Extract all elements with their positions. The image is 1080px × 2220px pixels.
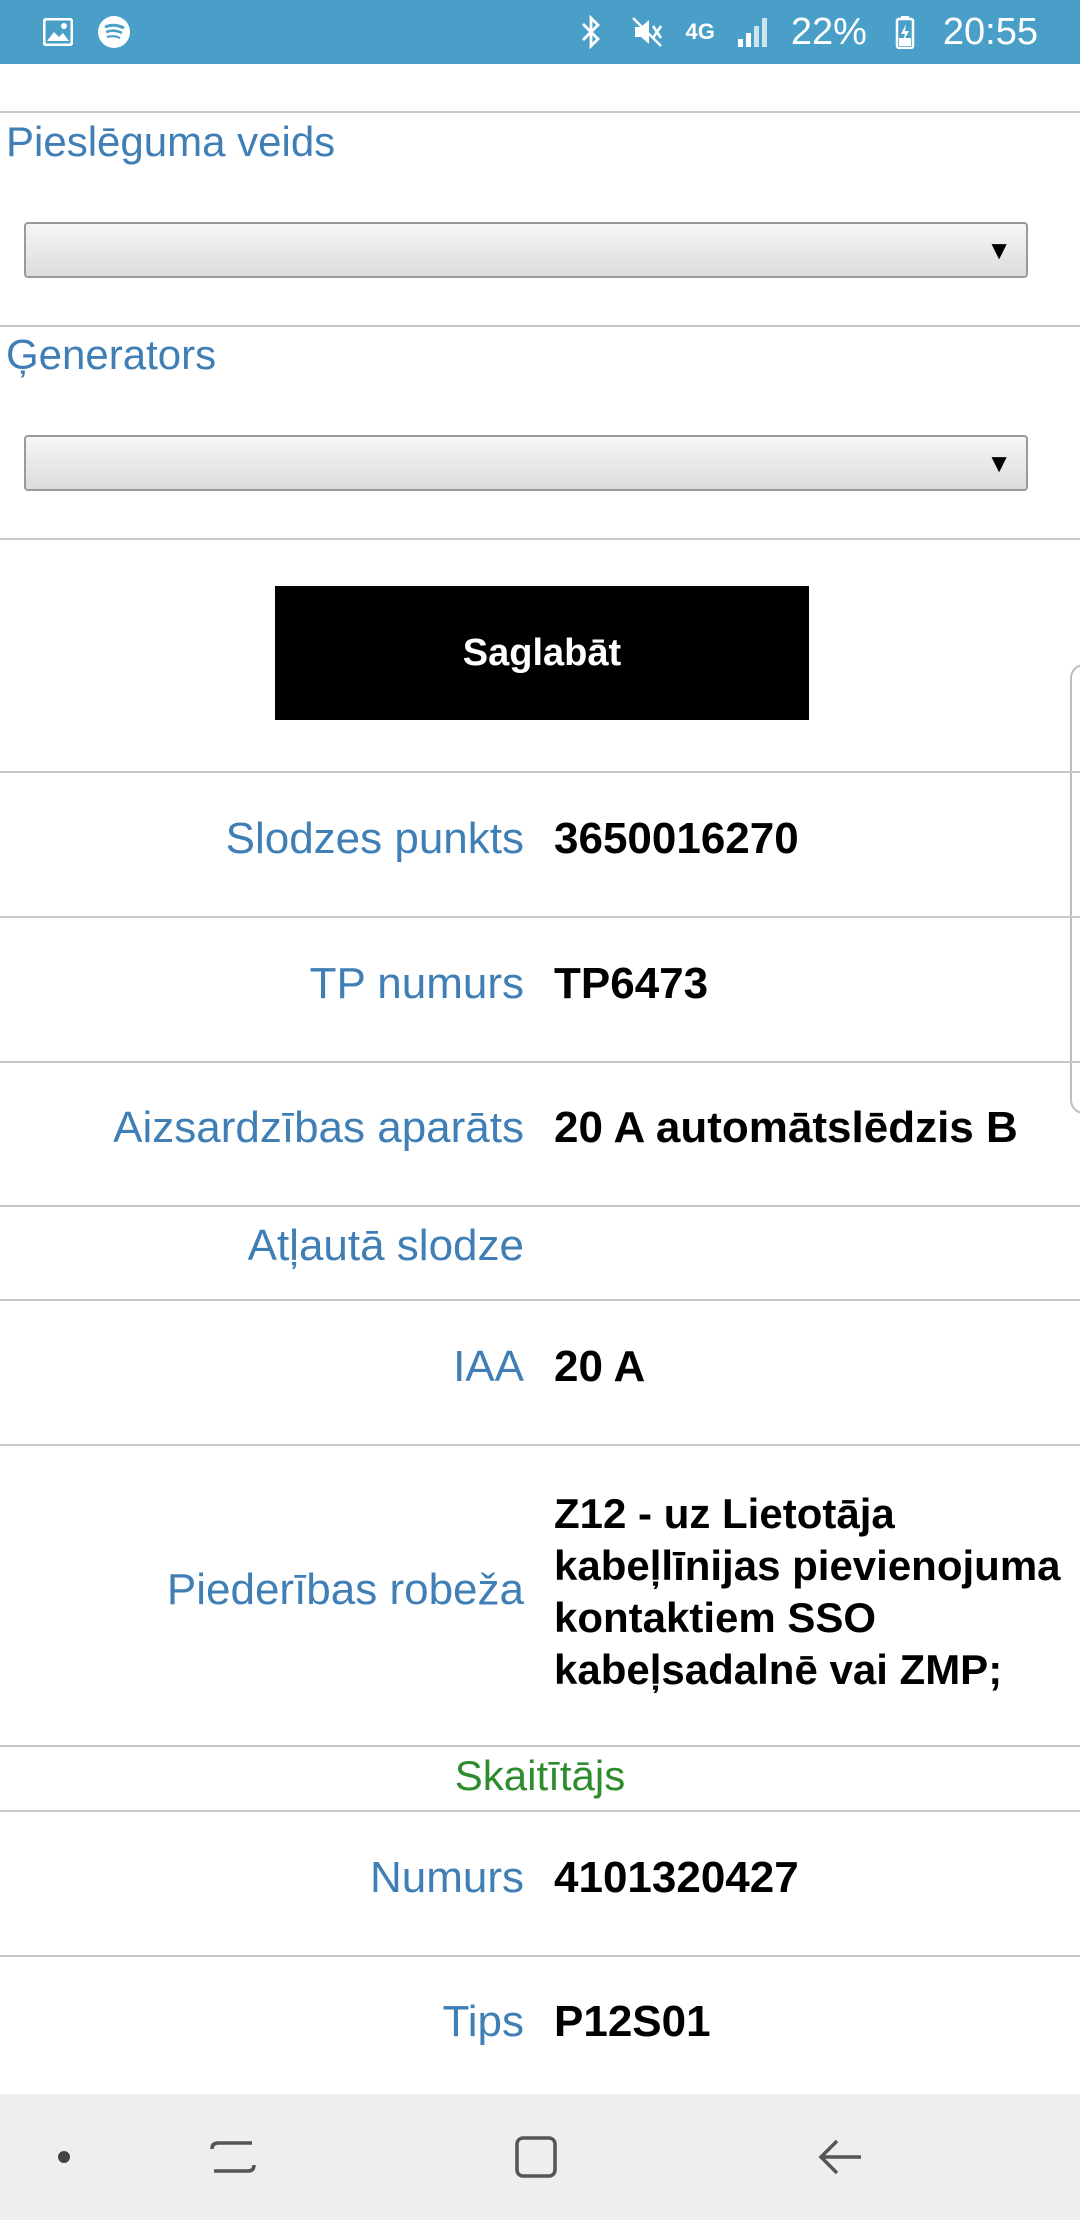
battery-percent: 22% — [790, 10, 867, 53]
meter-number-value: 4101320427 — [554, 1853, 799, 1902]
divider — [0, 1205, 1080, 1207]
boundary-value: Z12 - uz Lietotāja kabeļlīnijas pievieno… — [554, 1490, 1061, 1693]
battery-icon — [887, 14, 923, 50]
generators-label: Ģenerators — [6, 331, 217, 378]
back-icon[interactable] — [800, 2117, 880, 2197]
iaa-label: IAA — [453, 1342, 524, 1391]
dropdown-arrow-icon: ▼ — [986, 234, 1012, 265]
meter-type-value: P12S01 — [554, 1997, 711, 2046]
home-icon[interactable] — [496, 2117, 576, 2197]
allowed-load-label: Atļautā slodze — [247, 1221, 524, 1270]
divider — [0, 1745, 1080, 1747]
meter-section-title: Skaitītājs — [454, 1752, 626, 1799]
tp-number-label: TP numurs — [309, 959, 524, 1008]
iaa-value: 20 A — [554, 1342, 646, 1391]
status-bar: 4G 22% 20:55 — [0, 0, 1080, 64]
divider — [0, 325, 1080, 327]
network-type: 4G — [685, 19, 715, 44]
connection-type-label: Pieslēguma veids — [6, 118, 336, 165]
divider — [0, 916, 1080, 918]
connection-type-select[interactable]: ▼ — [24, 222, 1028, 278]
divider — [0, 1299, 1080, 1301]
protection-value: 20 A automātslēdzis B — [554, 1103, 1018, 1152]
signal-icon — [735, 14, 771, 50]
clock: 20:55 — [942, 10, 1038, 53]
mute-icon — [629, 14, 665, 50]
gallery-icon — [40, 14, 76, 50]
page-content[interactable]: Pieslēguma veids ▼ Ģenerators ▼ Saglabāt… — [0, 64, 1080, 2094]
load-point-label: Slodzes punkts — [225, 814, 524, 863]
spotify-icon — [96, 14, 132, 50]
scroll-handle[interactable] — [1070, 664, 1080, 1114]
nav-dot-icon[interactable] — [24, 2117, 104, 2197]
divider — [0, 1810, 1080, 1812]
status-bar-left — [40, 14, 132, 50]
load-point-value: 3650016270 — [554, 814, 799, 863]
recent-apps-icon[interactable] — [193, 2117, 273, 2197]
divider — [0, 1444, 1080, 1446]
divider — [0, 1061, 1080, 1063]
divider — [0, 538, 1080, 540]
navigation-bar — [0, 2094, 1080, 2220]
meter-number-label: Numurs — [369, 1853, 524, 1902]
bluetooth-icon — [573, 14, 609, 50]
tp-number-value: TP6473 — [554, 959, 709, 1008]
save-button[interactable]: Saglabāt — [275, 586, 809, 720]
generators-select[interactable]: ▼ — [24, 435, 1028, 491]
protection-label: Aizsardzības aparāts — [113, 1103, 524, 1152]
boundary-label: Piederības robeža — [166, 1565, 524, 1614]
status-bar-right: 4G 22% 20:55 — [573, 11, 1038, 54]
divider — [0, 771, 1080, 773]
app-screen: 4G 22% 20:55 Pieslēguma veids ▼ Ģenerato… — [0, 0, 1080, 2220]
divider — [0, 111, 1080, 113]
divider — [0, 1955, 1080, 1957]
dropdown-arrow-icon: ▼ — [986, 447, 1012, 478]
meter-type-label: Tips — [442, 1997, 525, 2046]
